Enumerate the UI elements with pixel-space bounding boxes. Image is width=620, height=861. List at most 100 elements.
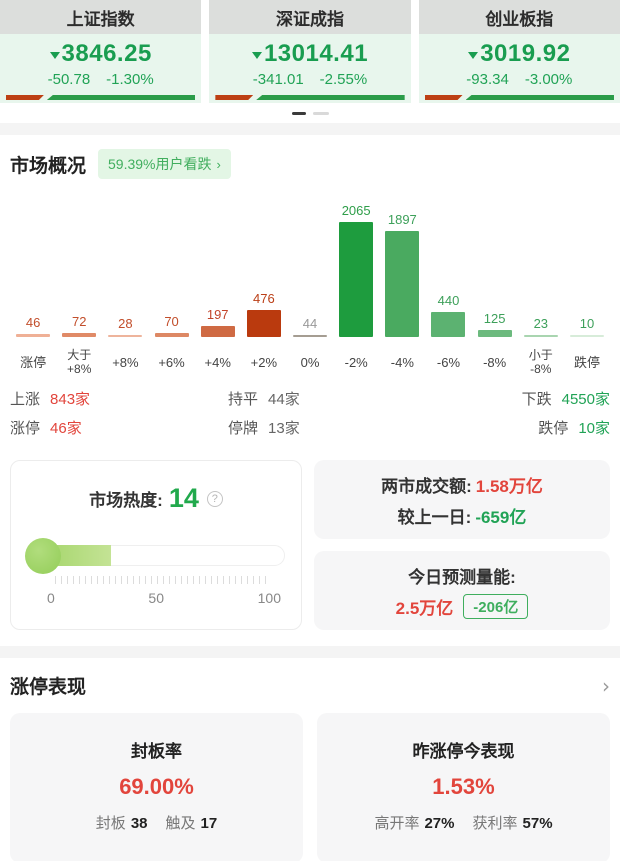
- chart-category-label: +8%: [112, 344, 138, 382]
- heat-value: 14: [169, 483, 199, 514]
- section-divider: [0, 123, 620, 135]
- card-title: 封板率: [131, 737, 182, 762]
- chart-category-label: +4%: [205, 344, 231, 382]
- yesterday-limit-up-card[interactable]: 昨涨停今表现 1.53% 高开率27% 获利率57%: [317, 713, 610, 861]
- chart-column: 1897 -4%: [379, 189, 425, 382]
- bar-value-label: 46: [26, 315, 40, 330]
- advance-segment: [6, 95, 44, 100]
- chart-category-label: -8%: [483, 344, 506, 382]
- advance-decline-strip: [6, 95, 195, 100]
- gauge-ticks: [55, 576, 269, 584]
- carousel-dot[interactable]: [292, 112, 306, 115]
- chart-bar: [431, 312, 465, 337]
- gauge-scale: 0 50 100: [47, 590, 281, 606]
- turnover-value: 1.58万亿: [476, 472, 543, 497]
- chart-bar: [524, 335, 558, 337]
- decline-segment: [47, 95, 195, 100]
- decline-segment: [256, 95, 404, 100]
- sentiment-badge[interactable]: 59.39%用户看跌 ›: [98, 149, 231, 179]
- index-change: -50.78: [48, 71, 91, 88]
- chart-category-label: -4%: [391, 344, 414, 382]
- index-price: 3019.92: [480, 40, 570, 68]
- index-name: 创业板指: [419, 0, 620, 34]
- index-name: 深证成指: [209, 0, 410, 34]
- bar-value-label: 1897: [388, 212, 417, 227]
- bar-value-label: 2065: [342, 203, 371, 218]
- index-price: 3846.25: [62, 40, 152, 68]
- stat-cell: 持平44家: [210, 388, 410, 409]
- index-card-shanghai[interactable]: 上证指数 3846.25 -50.78 -1.30%: [0, 0, 201, 103]
- chevron-right-icon: ›: [217, 157, 221, 172]
- stat-label: 跌停: [538, 417, 568, 438]
- bar-value-label: 476: [253, 291, 275, 306]
- chart-bar: [293, 335, 327, 337]
- stat-value: 27%: [424, 815, 454, 832]
- advance-decline-strip: [215, 95, 404, 100]
- index-body: 3019.92 -93.34 -3.00%: [419, 34, 620, 103]
- stat-label: 持平: [228, 388, 258, 409]
- index-pct: -1.30%: [106, 71, 154, 88]
- index-card-shenzhen[interactable]: 深证成指 13014.41 -341.01 -2.55%: [209, 0, 410, 103]
- forecast-panel: 今日预测量能: 2.5万亿 -206亿: [314, 551, 610, 630]
- stat-cell: 下跌4550家: [410, 388, 610, 409]
- bar-value-label: 44: [303, 316, 317, 331]
- chart-column: 197+4%: [195, 189, 241, 382]
- vs-prev-day-label: 较上一日:: [398, 503, 472, 528]
- section-divider: [0, 646, 620, 658]
- scale-0: 0: [47, 590, 55, 606]
- chart-column: 28+8%: [102, 189, 148, 382]
- chart-category-label: -2%: [345, 344, 368, 382]
- index-pct: -2.55%: [320, 71, 368, 88]
- stat-value: 843家: [50, 388, 90, 409]
- carousel-dot[interactable]: [313, 112, 329, 115]
- index-card-chinext[interactable]: 创业板指 3019.92 -93.34 -3.00%: [419, 0, 620, 103]
- index-pct: -3.00%: [525, 71, 573, 88]
- stat-label: 触及: [166, 815, 196, 832]
- bar-value-label: 23: [534, 316, 548, 331]
- section-title-limit-up: 涨停表现: [10, 672, 86, 699]
- chart-column: 23小于 -8%: [518, 189, 564, 382]
- stat-cell: 上涨843家: [10, 388, 210, 409]
- chart-column: 72 大于 +8%: [56, 189, 102, 382]
- index-change: -341.01: [253, 71, 304, 88]
- vs-prev-day-value: -659亿: [475, 503, 526, 528]
- stat-value: 46家: [50, 417, 82, 438]
- market-stats: 上涨843家持平44家下跌4550家涨停46家停牌13家跌停10家: [10, 388, 610, 438]
- bar-value-label: 10: [580, 316, 594, 331]
- bar-value-label: 70: [164, 314, 178, 329]
- chart-bar: [478, 330, 512, 337]
- bar-value-label: 125: [484, 311, 506, 326]
- chart-bar: [385, 231, 419, 337]
- stat-value: 17: [201, 815, 218, 832]
- forecast-value: 2.5万亿: [396, 594, 454, 619]
- scale-100: 100: [258, 590, 281, 606]
- down-triangle-icon: [50, 52, 60, 59]
- heat-label: 市场热度:: [89, 486, 163, 511]
- seal-rate-card[interactable]: 封板率 69.00% 封板38 触及17: [10, 713, 303, 861]
- stat-value: 4550家: [562, 388, 610, 409]
- index-name: 上证指数: [0, 0, 201, 34]
- chart-category-label: 涨停: [20, 344, 46, 382]
- chart-bar: [201, 326, 235, 337]
- advance-segment: [425, 95, 463, 100]
- chart-column: 476+2%: [241, 189, 287, 382]
- chart-bar: [62, 333, 96, 337]
- chart-bar: [570, 335, 604, 337]
- stat-label: 高开率: [374, 815, 419, 832]
- advance-segment: [215, 95, 253, 100]
- stat-label: 获利率: [473, 815, 518, 832]
- bar-value-label: 72: [72, 314, 86, 329]
- chart-category-label: 大于 +8%: [67, 344, 91, 382]
- index-price: 13014.41: [264, 40, 368, 68]
- chart-category-label: +6%: [158, 344, 184, 382]
- help-icon[interactable]: ?: [207, 491, 223, 507]
- section-title-market-overview: 市场概况: [10, 151, 86, 178]
- advance-decline-strip: [425, 95, 614, 100]
- chevron-right-icon[interactable]: ›: [602, 674, 610, 698]
- chart-bar: [108, 335, 142, 337]
- gauge-knob[interactable]: [25, 538, 61, 574]
- bar-value-label: 440: [438, 293, 460, 308]
- chart-bar: [339, 222, 373, 337]
- down-triangle-icon: [468, 52, 478, 59]
- forecast-label: 今日预测量能:: [408, 563, 516, 588]
